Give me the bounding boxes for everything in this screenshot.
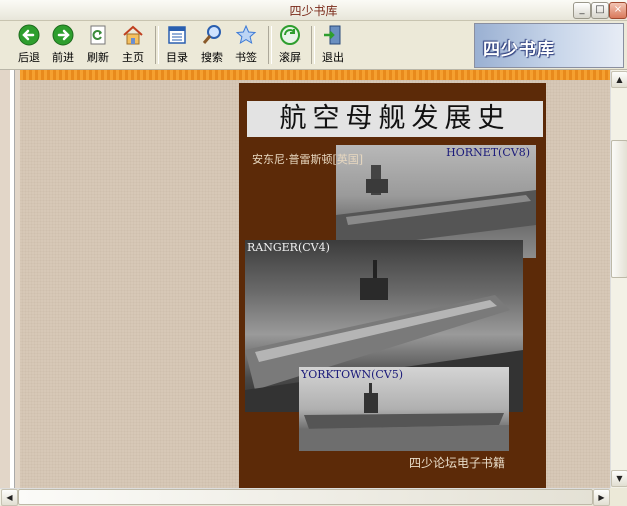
star-icon (235, 24, 257, 45)
magnifier-icon (202, 25, 221, 44)
minimize-button[interactable]: _ (573, 2, 591, 19)
bookmark-button[interactable]: 书签 (228, 23, 264, 67)
cover-footer: 四少论坛电子书籍 (409, 456, 506, 470)
scroll-left-button[interactable]: ◀ (1, 489, 18, 506)
home-button[interactable]: 主页 (115, 23, 151, 67)
hornet-caption: HORNET(CV8) (446, 146, 530, 159)
scroll-icon (280, 25, 300, 45)
horizontal-scroll-thumb[interactable] (18, 489, 593, 505)
ranger-caption: RANGER(CV4) (247, 241, 330, 254)
app-logo: 四少书库 (474, 23, 624, 68)
home-label: 主页 (122, 51, 144, 64)
logo-text: 四少书库 (483, 40, 555, 60)
scroll-up-button[interactable]: ▲ (611, 71, 627, 88)
forward-arrow-icon (52, 24, 74, 46)
vertical-scrollbar[interactable]: ▲ ▼ (610, 70, 627, 488)
scroll-label: 滚屏 (279, 51, 301, 64)
scroll-right-button[interactable]: ▶ (593, 489, 610, 506)
exit-button[interactable]: 退出 (315, 23, 351, 67)
scroll-button[interactable]: 滚屏 (272, 23, 308, 67)
title-bar: 四少书库 _ □ × (0, 0, 627, 21)
orange-stripe (20, 70, 610, 80)
contents-icon (168, 26, 186, 44)
refresh-icon (90, 25, 106, 45)
exit-icon (324, 25, 341, 45)
window-title: 四少书库 (289, 4, 338, 18)
book-cover: 航空母舰发展史 HORNET(CV8) 安东尼·普雷斯顿[英国] RANGER(… (239, 83, 546, 488)
scroll-down-button[interactable]: ▼ (611, 470, 627, 487)
left-divider (10, 70, 15, 488)
yorktown-caption: YORKTOWN(CV5) (301, 368, 404, 381)
bookmark-label: 书签 (235, 51, 257, 64)
scrollbar-corner (610, 488, 627, 504)
home-icon (123, 25, 143, 45)
horizontal-scrollbar[interactable]: ◀ ▶ (0, 488, 610, 506)
photo-yorktown: YORKTOWN(CV5) (299, 367, 509, 451)
vertical-scroll-thumb[interactable] (611, 140, 627, 278)
close-button[interactable]: × (609, 2, 627, 19)
cover-title: 航空母舰发展史 (247, 101, 543, 137)
back-arrow-icon (18, 24, 40, 46)
author-name: 安东尼·普雷斯顿[英国] (252, 153, 364, 166)
exit-label: 退出 (322, 51, 344, 64)
maximize-button[interactable]: □ (591, 2, 609, 19)
